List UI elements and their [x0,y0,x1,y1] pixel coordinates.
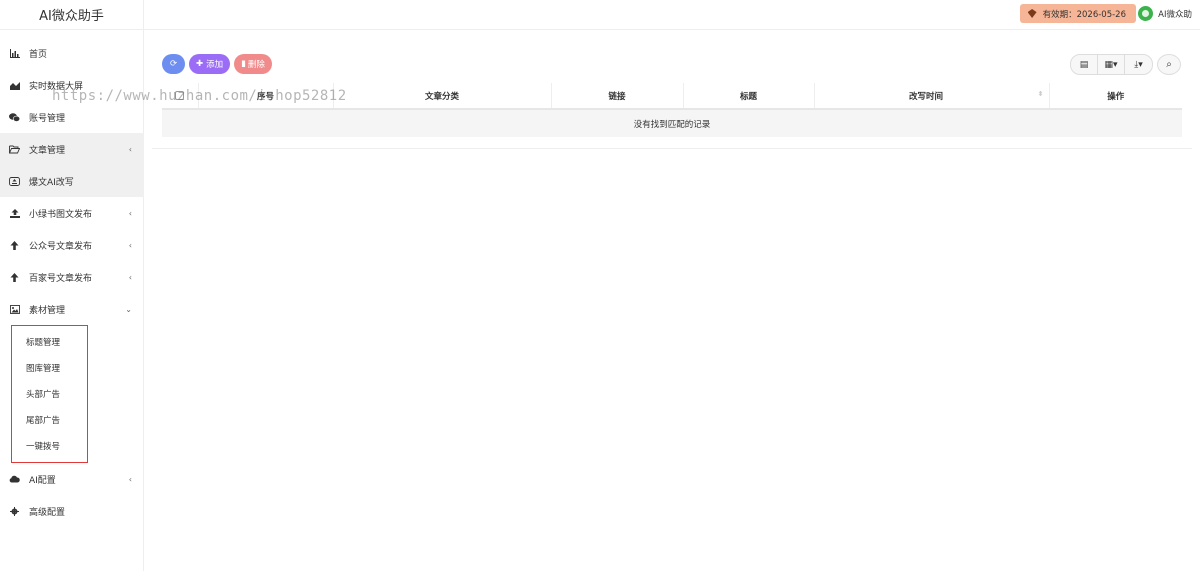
avatar [1138,6,1154,21]
sidebar-item-label: 高级配置 [29,507,66,518]
sidebar: AI微众助手 首页 实时数据大屏 账号管理 文章管理 ‹ 爆文AI改写 小绿书图… [0,0,144,571]
delete-label: 删除 [247,60,265,70]
submenu-item-footer-ads[interactable]: 尾部广告 [12,407,87,433]
sidebar-menu: 首页 实时数据大屏 账号管理 文章管理 ‹ 爆文AI改写 小绿书图文发布 ‹ 公… [0,37,144,527]
add-button[interactable]: ✚ 添加 [189,54,231,74]
list-icon: ▤ [1079,59,1089,70]
export-button[interactable]: ⤓▾ [1125,55,1152,74]
sidebar-item-ai-rewrite[interactable]: 爆文AI改写 [0,165,144,197]
sort-icon[interactable]: ⬍ [1038,90,1044,98]
upload-icon [9,208,20,219]
chevron-left-icon: ‹ [128,240,132,250]
sidebar-item-baijiahao-publish[interactable]: 百家号文章发布 ‹ [0,261,144,293]
sidebar-item-label: 爆文AI改写 [29,177,74,188]
plus-icon: ✚ [196,59,204,69]
refresh-button[interactable]: ⟳ [162,54,185,74]
sidebar-item-label: 实时数据大屏 [29,81,84,92]
sidebar-item-home[interactable]: 首页 [0,37,144,69]
upload-box-icon [9,176,20,187]
column-header[interactable]: 序号 [198,83,334,110]
column-header[interactable]: 链接 [551,83,684,110]
arrow-up-icon [9,272,20,283]
sidebar-item-label: 文章管理 [29,145,66,156]
folder-open-icon [9,144,20,155]
download-icon: ⤓▾ [1134,59,1143,70]
sidebar-item-materials[interactable]: 素材管理 ⌄ [0,293,144,325]
column-header-sortable[interactable]: 改写时间 ⬍ [814,83,1050,110]
search-button[interactable]: ⌕ [1157,54,1181,75]
user-menu[interactable]: AI微众助 [1138,6,1192,21]
sidebar-item-ai-config[interactable]: AI配置 ‹ [0,463,144,495]
delete-button[interactable]: ▮ 删除 [234,54,272,74]
chevron-down-icon: ⌄ [125,304,132,314]
empty-message: 没有找到匹配的记录 [162,109,1182,137]
submenu-item-header-ads[interactable]: 头部广告 [12,381,87,407]
select-all-checkbox[interactable] [175,90,185,100]
area-chart-icon [9,80,20,91]
expiry-badge: 有效期：2026-05-26 [1019,4,1136,23]
sidebar-item-label: 小绿书图文发布 [29,209,93,220]
search-icon: ⌕ [1166,59,1172,70]
column-header-label: 改写时间 [909,91,944,102]
top-bar: 有效期：2026-05-26 AI微众助 [144,0,1200,30]
table-header-row: 序号 文章分类 链接 标题 改写时间 ⬍ 操作 [162,83,1182,110]
tool-group: ▤ ▦▾ ⤓▾ [1070,54,1153,75]
select-all-checkbox-cell[interactable] [162,83,199,110]
data-table: 序号 文章分类 链接 标题 改写时间 ⬍ 操作 没有找到匹配的记录 [162,83,1182,137]
columns-button[interactable]: ▦▾ [1098,55,1125,74]
chevron-left-icon: ‹ [128,144,132,154]
brand-title: AI微众助手 [0,0,143,30]
sidebar-item-label: AI配置 [29,475,56,486]
table-tools: ▤ ▦▾ ⤓▾ ⌕ [1070,54,1181,75]
table-toolbar: ⟳ ✚ 添加 ▮ 删除 [162,54,272,74]
materials-submenu: 标题管理 图库管理 头部广告 尾部广告 一键拨号 [11,325,88,463]
divider [152,148,1192,149]
grid-icon: ▦▾ [1104,59,1118,70]
sidebar-item-label: 百家号文章发布 [29,273,93,284]
sidebar-item-label: 公众号文章发布 [29,241,93,252]
image-icon [9,304,20,315]
table-row: 没有找到匹配的记录 [162,109,1182,137]
submenu-item-one-click-dial[interactable]: 一键拨号 [12,433,87,459]
gear-icon [9,506,20,517]
chevron-left-icon: ‹ [128,272,132,282]
sidebar-item-label: 账号管理 [29,113,66,124]
arrow-up-icon [9,240,20,251]
sidebar-item-articles[interactable]: 文章管理 ‹ [0,133,144,165]
bar-chart-icon [9,48,20,59]
sidebar-item-wechat-publish[interactable]: 公众号文章发布 ‹ [0,229,144,261]
sidebar-item-accounts[interactable]: 账号管理 [0,101,144,133]
column-header: 操作 [1049,83,1182,110]
trash-icon: ▮ [241,59,246,69]
diamond-icon [1027,9,1037,18]
column-header[interactable]: 标题 [683,83,815,110]
cloud-icon [9,474,20,485]
submenu-item-gallery[interactable]: 图库管理 [12,355,87,381]
user-name: AI微众助 [1158,9,1192,20]
wechat-icon [9,112,20,123]
sidebar-item-advanced-config[interactable]: 高级配置 [0,495,144,527]
toggle-view-button[interactable]: ▤ [1071,55,1098,74]
sidebar-item-label: 素材管理 [29,305,66,316]
add-label: 添加 [206,60,224,70]
column-header[interactable]: 文章分类 [333,83,552,110]
sidebar-item-dashboard[interactable]: 实时数据大屏 [0,69,144,101]
chevron-left-icon: ‹ [128,208,132,218]
sidebar-item-label: 首页 [29,49,48,60]
refresh-icon: ⟳ [169,59,178,69]
sidebar-item-xiaolvshu[interactable]: 小绿书图文发布 ‹ [0,197,144,229]
chevron-left-icon: ‹ [128,474,132,484]
submenu-item-titles[interactable]: 标题管理 [12,329,87,355]
expiry-label: 有效期：2026-05-26 [1042,9,1126,20]
